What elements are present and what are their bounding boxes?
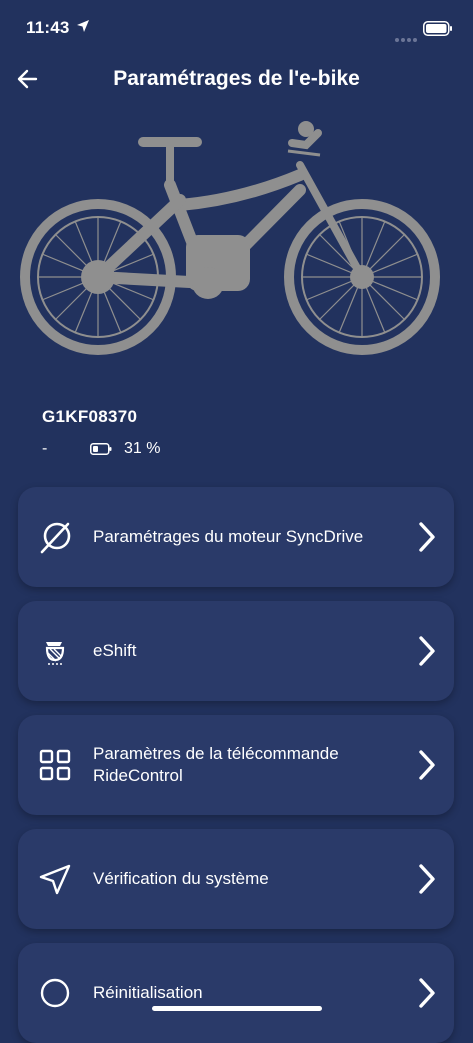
bike-status-text: -	[42, 440, 48, 457]
menu-item-label: Réinitialisation	[93, 983, 203, 1002]
battery-icon	[90, 443, 112, 455]
menu-item-label: eShift	[93, 641, 137, 660]
page-title: Paramétrages de l'e-bike	[113, 67, 360, 90]
menu-item-system-check[interactable]: Vérification du système	[18, 829, 454, 929]
menu-item-syncdrive-settings[interactable]: Paramétrages du moteur SyncDrive	[18, 487, 454, 587]
signal-icon	[395, 29, 419, 47]
chevron-right-icon	[419, 522, 435, 552]
menu-item-label: Paramètres de la télécommande RideContro…	[93, 744, 339, 785]
menu-item-eshift[interactable]: eShift	[18, 601, 454, 701]
navigation-arrow-icon	[39, 864, 71, 895]
status-bar: 11:43	[0, 0, 473, 56]
bike-serial-number: G1KF08370	[42, 407, 138, 426]
chevron-right-icon	[419, 978, 435, 1008]
menu-item-ridecontrol-settings[interactable]: Paramètres de la télécommande RideContro…	[18, 715, 454, 815]
eshift-icon	[45, 642, 65, 665]
chevron-right-icon	[419, 750, 435, 780]
menu-item-label: Vérification du système	[93, 869, 269, 888]
bike-image	[20, 121, 440, 355]
location-arrow-icon	[77, 20, 89, 32]
home-indicator[interactable]	[152, 1006, 322, 1011]
grid-icon	[39, 749, 71, 781]
battery-percentage: 31 %	[124, 440, 161, 457]
chevron-right-icon	[419, 864, 435, 894]
chevron-right-icon	[419, 636, 435, 666]
battery-status-icon	[423, 21, 452, 36]
motor-icon	[40, 522, 71, 554]
status-time: 11:43	[26, 18, 70, 37]
nav-bar: Paramétrages de l'e-bike	[0, 56, 473, 104]
menu-item-reset[interactable]: Réinitialisation	[18, 943, 454, 1043]
menu-item-label: Paramétrages du moteur SyncDrive	[93, 527, 364, 546]
reset-icon	[40, 978, 70, 1008]
